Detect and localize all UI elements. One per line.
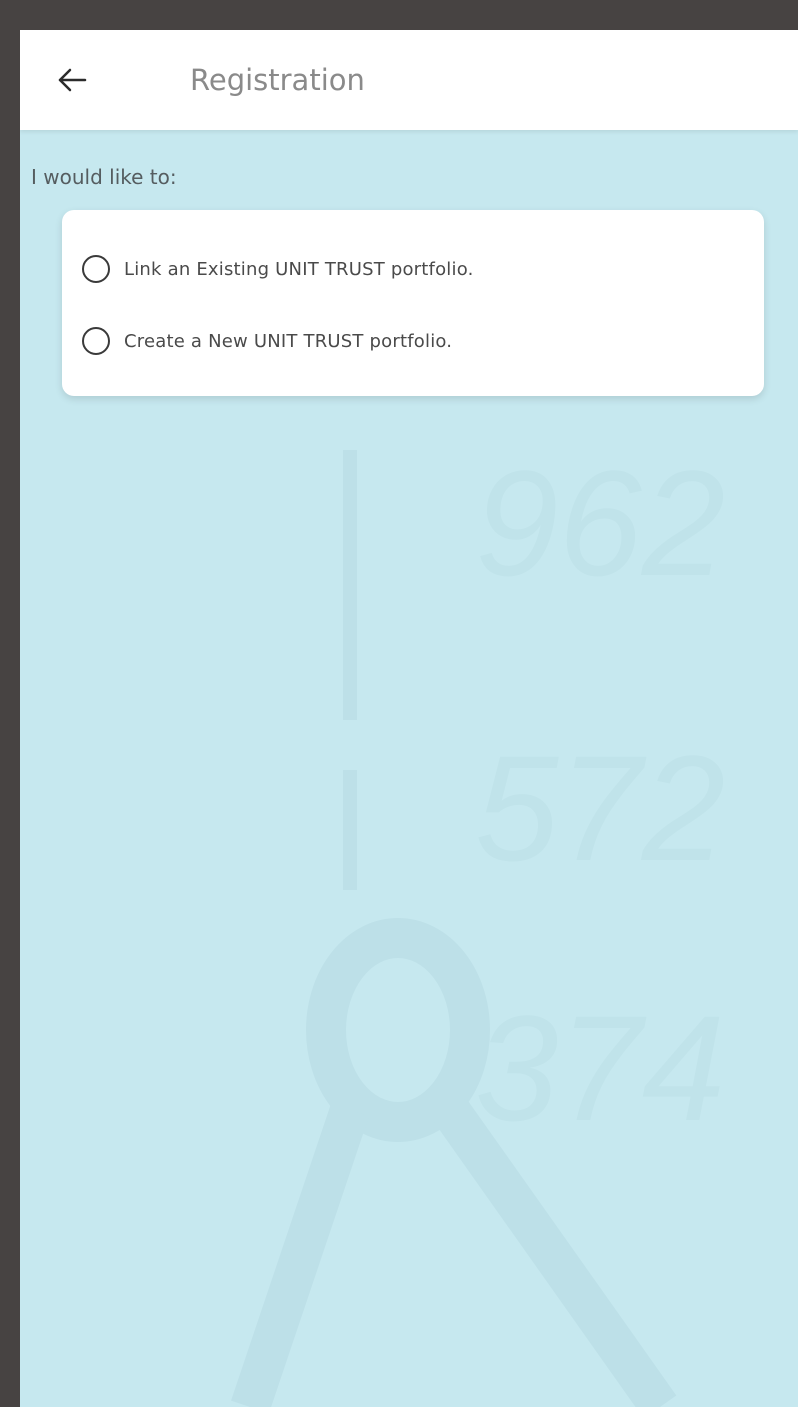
option-label: Link an Existing UNIT TRUST portfolio. bbox=[124, 258, 474, 280]
page-title: Registration bbox=[190, 63, 365, 97]
radio-unchecked-icon[interactable] bbox=[82, 327, 110, 355]
options-card: Link an Existing UNIT TRUST portfolio. C… bbox=[62, 210, 764, 396]
svg-text:962: 962 bbox=[475, 439, 725, 607]
registration-screen: 962 572 374 Registration I would like to… bbox=[20, 30, 798, 1407]
svg-text:374: 374 bbox=[475, 984, 725, 1152]
option-link-existing[interactable]: Link an Existing UNIT TRUST portfolio. bbox=[82, 243, 742, 295]
svg-text:572: 572 bbox=[475, 724, 725, 892]
arrow-left-icon bbox=[58, 68, 87, 92]
option-label: Create a New UNIT TRUST portfolio. bbox=[124, 330, 453, 352]
option-create-new[interactable]: Create a New UNIT TRUST portfolio. bbox=[82, 315, 742, 367]
prompt-label: I would like to: bbox=[31, 165, 177, 189]
app-bar: Registration bbox=[20, 30, 798, 130]
back-button[interactable] bbox=[48, 56, 96, 104]
radio-unchecked-icon[interactable] bbox=[82, 255, 110, 283]
